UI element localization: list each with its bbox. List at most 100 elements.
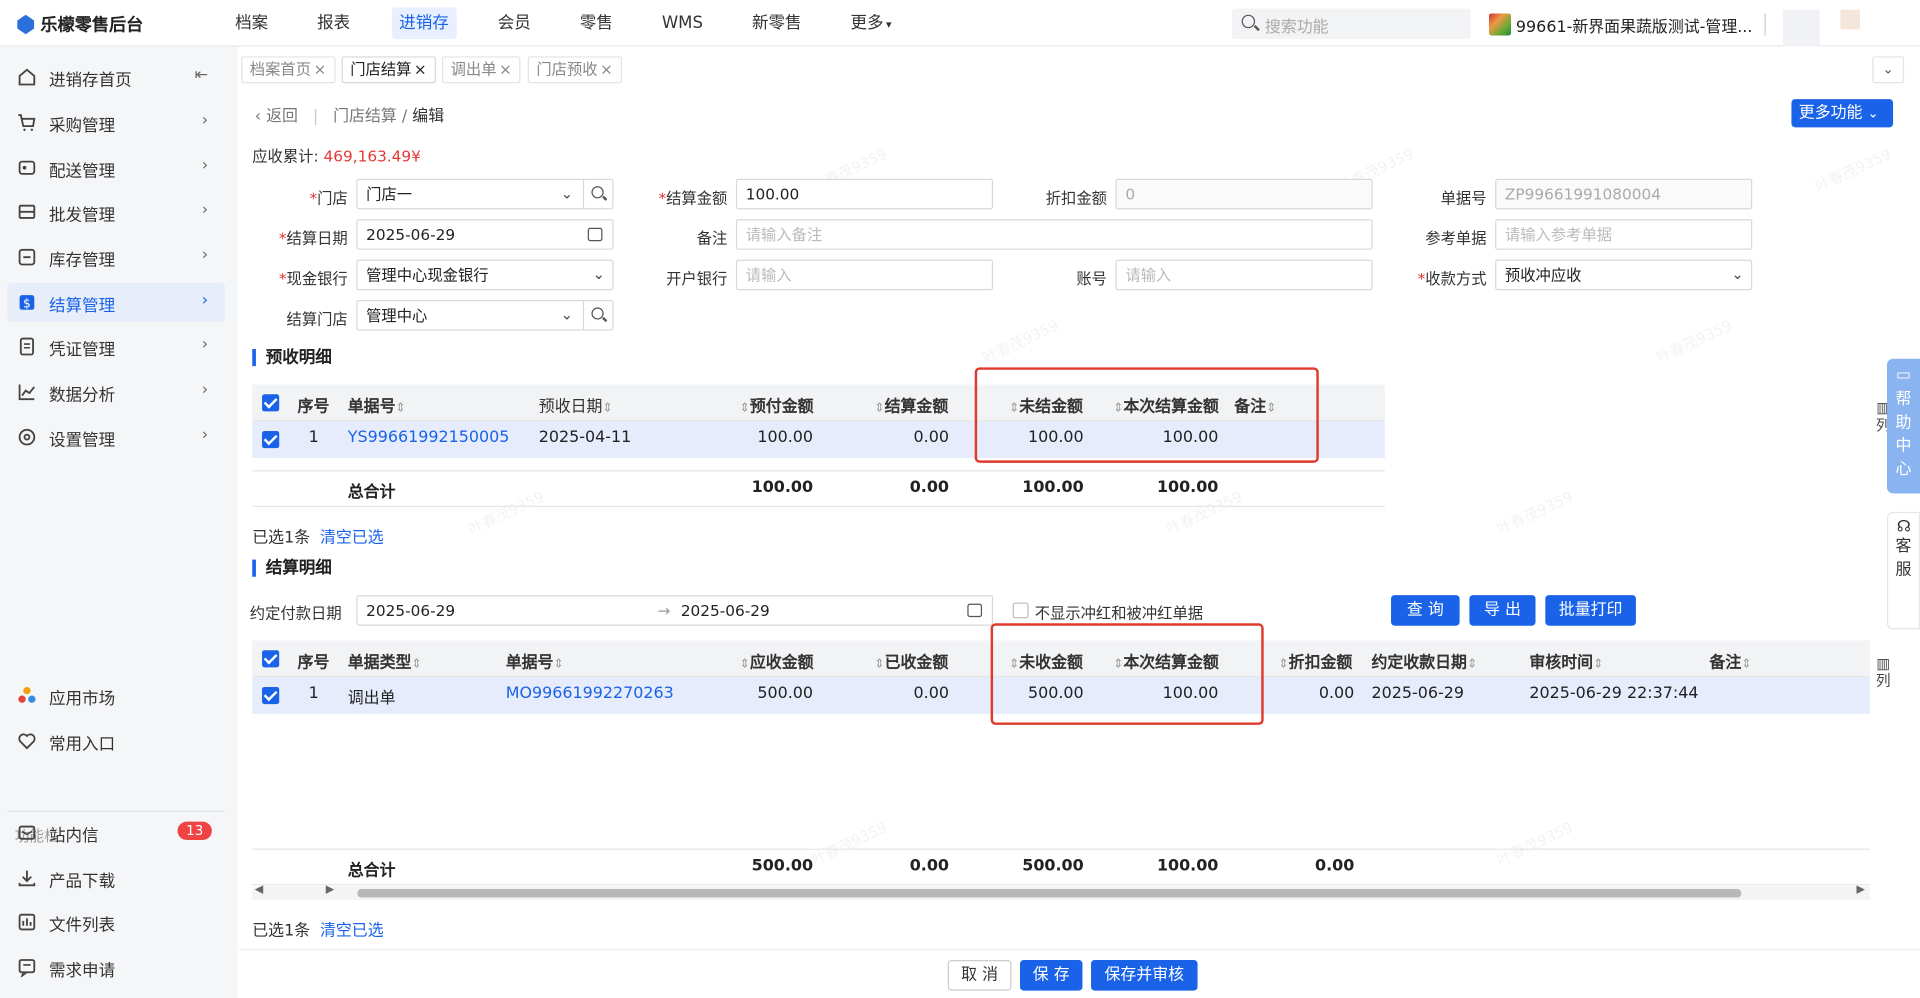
nav-new-retail[interactable]: 新零售 — [745, 7, 809, 39]
customer-service-button[interactable]: ☊ 客服 — [1886, 511, 1920, 630]
sidebar-item-delivery[interactable]: 配送管理 › — [7, 148, 225, 187]
sidebar-item-favorites[interactable]: 常用入口 — [7, 721, 225, 760]
select-all-checkbox[interactable] — [262, 650, 280, 668]
close-icon[interactable]: × — [414, 60, 427, 78]
more-functions-button[interactable]: 更多功能 ⌄ — [1791, 99, 1894, 128]
sidebar-item-request[interactable]: 需求申请 — [7, 948, 225, 987]
nav-more[interactable]: 更多 ▾ — [843, 7, 899, 39]
save-and-audit-button[interactable]: 保存并审核 — [1091, 960, 1198, 991]
sidebar-item-purchase[interactable]: 采购管理 › — [7, 103, 225, 142]
open-bank-input[interactable]: 请输入 — [735, 259, 994, 291]
tabs-dropdown-button[interactable]: ⌄ — [1872, 56, 1905, 84]
scroll-right-icon[interactable]: ▶ — [326, 884, 334, 896]
back-link[interactable]: 返回 — [266, 108, 298, 126]
nav-member[interactable]: 会员 — [490, 7, 538, 39]
row-checkbox[interactable] — [262, 431, 280, 449]
cell-due-date: 2025-06-29 — [1371, 684, 1464, 703]
sidebar-item-files[interactable]: 文件列表 — [7, 902, 225, 941]
ref-doc-input[interactable]: 请输入参考单据 — [1495, 219, 1753, 250]
sidebar-item-download[interactable]: 产品下载 — [7, 858, 225, 897]
remark-input[interactable]: 请输入备注 — [735, 219, 1373, 250]
app-logo[interactable]: 乐檬零售后台 — [17, 12, 143, 36]
row-checkbox[interactable] — [262, 686, 280, 705]
col-due-date[interactable]: 约定收款日期⇕ — [1371, 649, 1477, 672]
close-icon[interactable]: × — [600, 60, 613, 78]
sidebar-item-app-market[interactable]: 应用市场 — [7, 676, 225, 715]
tab-transfer-out[interactable]: 调出单 × — [442, 56, 521, 84]
sort-icon: ⇕ — [1466, 657, 1478, 672]
cancel-button[interactable]: 取 消 — [947, 960, 1012, 991]
scroll-left-icon[interactable]: ◀ — [255, 884, 263, 896]
tab-store-settlement[interactable]: 门店结算 × — [341, 56, 436, 84]
svg-text:$: $ — [23, 296, 31, 310]
col-receivable[interactable]: ⇕应收金额 — [740, 649, 814, 672]
pay-method-select[interactable]: 预收冲应收 ⌄ — [1495, 259, 1753, 291]
cell-doc-no[interactable]: YS99661992150005 — [348, 429, 510, 447]
col-doc-no[interactable]: 单据号⇕ — [506, 649, 564, 672]
col-doc-type[interactable]: 单据类型⇕ — [348, 649, 422, 672]
col-audit-time[interactable]: 审核时间⇕ — [1529, 649, 1603, 672]
user-avatar[interactable] — [1782, 9, 1820, 49]
col-doc-no[interactable]: 单据号⇕ — [348, 393, 406, 416]
nav-retail[interactable]: 零售 — [572, 7, 620, 39]
search-input[interactable]: 搜索功能 — [1231, 8, 1471, 40]
tab-store-prepay[interactable]: 门店预收 × — [527, 56, 622, 84]
nav-more-label: 更多 — [850, 13, 884, 34]
sidebar-item-settlement[interactable]: $ 结算管理 › — [7, 282, 226, 323]
cell-doc-no[interactable]: MO99661992270263 — [506, 684, 674, 702]
breadcrumb-parent[interactable]: 门店结算 — [333, 108, 397, 126]
store-select[interactable]: 门店一 ⌄ — [356, 178, 614, 210]
store-switcher[interactable]: 99661-新界面果蔬版测试-管理... — [1516, 13, 1753, 36]
scroll-right-icon[interactable]: ▶ — [1856, 884, 1864, 896]
sidebar-item-settings[interactable]: 设置管理 › — [7, 418, 225, 457]
col-received[interactable]: ⇕已收金额 — [874, 649, 948, 672]
sidebar-item-label: 批发管理 — [48, 205, 116, 226]
chevron-right-icon: › — [201, 246, 209, 265]
col-prepay-amount[interactable]: ⇕预付金额 — [740, 393, 814, 416]
nav-archive[interactable]: 档案 — [228, 7, 276, 39]
store-search-button[interactable] — [582, 180, 612, 209]
settle-amount-input[interactable]: 100.00 — [735, 178, 994, 210]
sidebar-item-inventory[interactable]: 库存管理 › — [7, 238, 225, 277]
settle-date-picker[interactable]: 2025-06-29 — [356, 219, 614, 250]
settle-store-search-button[interactable] — [582, 301, 612, 330]
export-button[interactable]: 导 出 — [1469, 595, 1536, 626]
settle-store-select[interactable]: 管理中心 ⌄ — [356, 300, 614, 331]
col-remark[interactable]: 备注⇕ — [1709, 649, 1751, 672]
scrollbar-thumb[interactable] — [357, 888, 1742, 898]
collapse-sidebar-icon[interactable]: ⇤ — [195, 66, 208, 84]
close-icon[interactable]: × — [499, 60, 512, 78]
chevron-down-icon: ⌄ — [592, 265, 605, 283]
clear-selection-link[interactable]: 清空已选 — [320, 529, 384, 547]
close-icon[interactable]: × — [313, 60, 326, 78]
nav-inventory[interactable]: 进销存 — [391, 7, 457, 40]
due-date-range-picker[interactable]: 2025-06-29 → 2025-06-29 — [356, 595, 994, 626]
sidebar-item-wholesale[interactable]: 批发管理 › — [7, 192, 225, 231]
chevron-right-icon: › — [201, 156, 209, 176]
query-button[interactable]: 查 询 — [1391, 595, 1460, 626]
back-icon[interactable]: ‹ — [255, 108, 261, 126]
col-prepay-date[interactable]: 预收日期⇕ — [539, 393, 613, 416]
tab-archive-home[interactable]: 档案首页 × — [241, 56, 335, 84]
receivable-value: 469,163.49¥ — [323, 146, 421, 166]
hide-reverse-checkbox[interactable] — [1012, 602, 1029, 619]
sidebar-item-messages[interactable]: 站内信 13 — [7, 813, 225, 852]
batch-print-button[interactable]: 批量打印 — [1545, 595, 1636, 626]
nav-wms[interactable]: WMS — [654, 7, 710, 39]
save-button[interactable]: 保 存 — [1020, 960, 1083, 991]
settle-section-title: 结算明细 — [252, 560, 332, 577]
col-receivable-label: 应收金额 — [749, 653, 814, 673]
column-settings-button[interactable]: ▥ 列 — [1873, 655, 1893, 689]
nav-report[interactable]: 报表 — [310, 7, 358, 39]
sidebar-item-voucher[interactable]: 凭证管理 › — [7, 327, 225, 366]
help-center-button[interactable]: ▭ 帮助中心 — [1886, 358, 1920, 494]
horizontal-scrollbar[interactable]: ◀ ▶ ▶ — [252, 884, 1870, 901]
col-discount[interactable]: ⇕折扣金额 — [1278, 649, 1352, 672]
cash-bank-select[interactable]: 管理中心现金银行 ⌄ — [356, 259, 614, 291]
sidebar-item-home[interactable]: 进销存首页 ⇤ — [7, 58, 225, 97]
col-settled-amount[interactable]: ⇕结算金额 — [874, 393, 948, 416]
clear-selection-link[interactable]: 清空已选 — [320, 922, 384, 940]
account-input[interactable]: 请输入 — [1115, 259, 1373, 291]
sidebar-item-analytics[interactable]: 数据分析 › — [7, 372, 225, 411]
select-all-checkbox[interactable] — [262, 394, 280, 412]
